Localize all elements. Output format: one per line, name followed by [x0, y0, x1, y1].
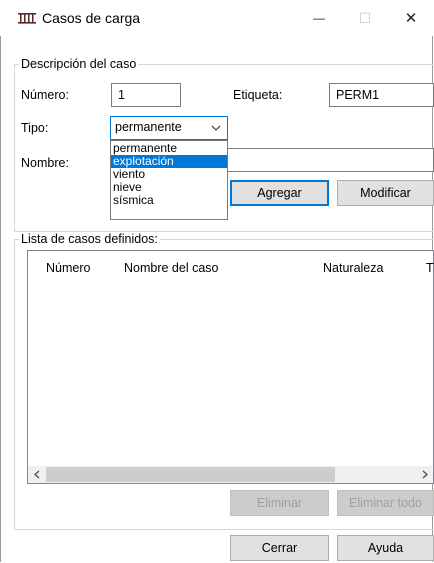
cerrar-button[interactable]: Cerrar — [230, 535, 329, 561]
close-button[interactable]: ✕ — [388, 0, 434, 36]
column-header-nombre[interactable]: Nombre del caso — [124, 261, 219, 275]
maximize-button[interactable]: ☐ — [342, 0, 388, 36]
eliminar-todo-button[interactable]: Eliminar todo — [337, 490, 434, 516]
descripcion-legend: Descripción del caso — [19, 57, 139, 71]
ayuda-button[interactable]: Ayuda — [337, 535, 434, 561]
modificar-button[interactable]: Modificar — [337, 180, 434, 206]
chevron-right-icon — [422, 470, 428, 479]
agregar-button[interactable]: Agregar — [230, 180, 329, 206]
nombre-label: Nombre: — [21, 156, 69, 170]
etiqueta-field[interactable]: PERM1 — [329, 83, 434, 107]
eliminar-button[interactable]: Eliminar — [230, 490, 329, 516]
title-bar: Casos de carga — ☐ ✕ — [0, 0, 434, 36]
chevron-down-icon — [211, 125, 221, 131]
minimize-icon: — — [313, 11, 325, 25]
chevron-left-icon — [33, 470, 39, 479]
column-header-numero[interactable]: Número — [46, 261, 90, 275]
tipo-select-value: permanente — [115, 120, 182, 134]
tipo-dropdown-list: permanente explotación viento nieve sísm… — [110, 140, 228, 220]
tipo-option[interactable]: sísmica — [111, 194, 227, 207]
numero-label: Número: — [21, 88, 69, 102]
etiqueta-label: Etiqueta: — [233, 88, 283, 102]
close-icon: ✕ — [404, 10, 418, 27]
horizontal-scrollbar[interactable] — [28, 466, 433, 483]
scrollbar-thumb[interactable] — [46, 467, 335, 482]
casos-list[interactable]: Número Nombre del caso Naturaleza Ti — [27, 250, 434, 484]
scroll-right-button[interactable] — [416, 466, 433, 483]
maximize-icon: ☐ — [358, 9, 372, 26]
tipo-select[interactable]: permanente — [110, 116, 228, 140]
scroll-left-button[interactable] — [28, 466, 45, 483]
tipo-label: Tipo: — [21, 121, 49, 135]
lista-legend: Lista de casos definidos: — [19, 232, 160, 246]
numero-field[interactable]: 1 — [111, 83, 181, 107]
column-header-tipo[interactable]: Ti — [426, 261, 434, 275]
app-icon — [18, 13, 36, 24]
column-header-naturaleza[interactable]: Naturaleza — [323, 261, 383, 275]
window-title: Casos de carga — [42, 10, 141, 26]
minimize-button[interactable]: — — [296, 0, 342, 36]
